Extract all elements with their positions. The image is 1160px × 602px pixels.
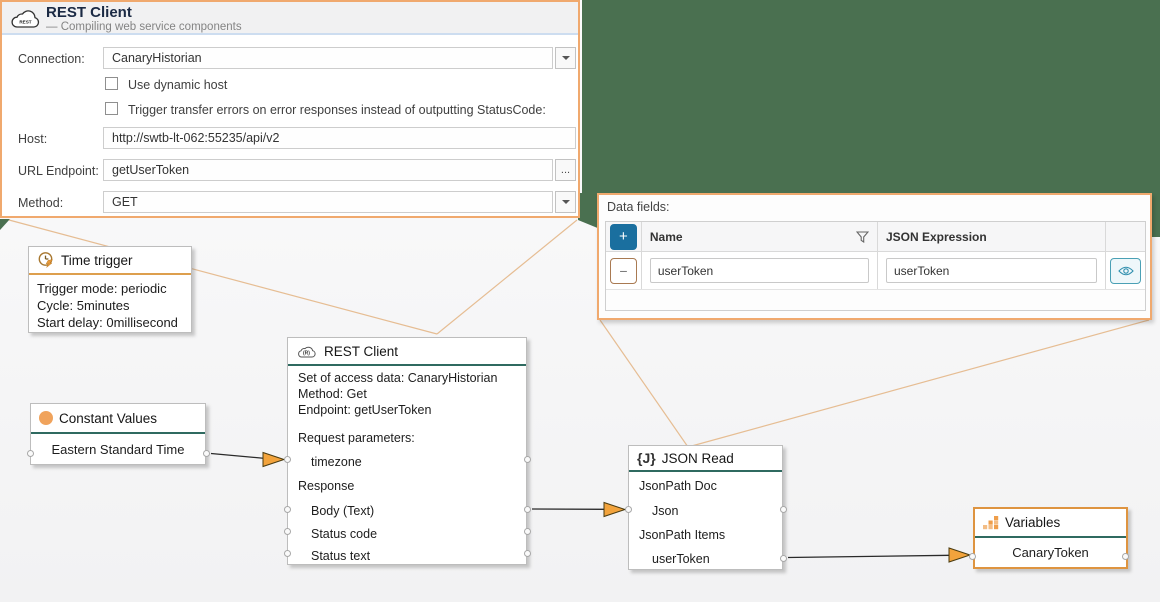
port[interactable] (284, 550, 291, 557)
node-property: Start delay: 0millisecond (37, 314, 183, 331)
port[interactable] (284, 456, 291, 463)
connection-dropdown-button[interactable] (555, 47, 576, 69)
add-row-button[interactable]: + (610, 224, 637, 250)
chevron-down-icon (562, 56, 570, 60)
port[interactable] (780, 555, 787, 562)
port[interactable] (524, 528, 531, 535)
node-input-row: timezone (298, 454, 516, 470)
host-label: Host: (18, 132, 47, 146)
column-header-name: Name (650, 230, 856, 244)
node-property: Method: Get (298, 386, 516, 402)
port[interactable] (284, 528, 291, 535)
clock-icon (37, 251, 55, 269)
flow-editor-canvas: Time trigger Trigger mode: periodic Cycl… (0, 0, 1160, 602)
host-input[interactable]: http://swtb-lt-062:55235/api/v2 (103, 127, 576, 149)
node-title: Variables (1005, 515, 1060, 530)
trigger-errors-checkbox[interactable] (105, 102, 118, 115)
wire-constant-to-rest[interactable] (211, 453, 284, 467)
node-title: JSON Read (662, 451, 734, 466)
json-expression-input[interactable]: userToken (886, 258, 1097, 283)
data-fields-panel: Data fields: + Name JSON Expression (597, 193, 1152, 320)
node-constant-values[interactable]: Constant Values Eastern Standard Time (30, 403, 206, 465)
filter-funnel-icon[interactable] (856, 231, 869, 243)
node-section-label: Request parameters: (298, 430, 516, 446)
node-title: REST Client (324, 344, 398, 359)
field-name-input[interactable]: userToken (650, 258, 869, 283)
rest-cloud-icon: (R) (296, 344, 318, 359)
node-output-row: Body (Text) (298, 503, 516, 519)
node-variables[interactable]: Variables CanaryToken (973, 507, 1128, 569)
port[interactable] (203, 450, 210, 457)
port[interactable] (524, 550, 531, 557)
node-output-row: userToken (639, 551, 772, 567)
node-json-read[interactable]: {J} JSON Read JsonPath Doc Json JsonPath… (628, 445, 783, 570)
node-input-row: CanaryToken (975, 538, 1126, 567)
preview-button[interactable] (1110, 258, 1141, 284)
data-fields-table: + Name JSON Expression − userT (605, 221, 1146, 311)
table-header-row: + Name JSON Expression (606, 222, 1145, 252)
constant-values-icon (39, 411, 53, 425)
node-section-label: Response (298, 478, 516, 494)
table-row: − userToken userToken (606, 252, 1145, 290)
rest-icon-text: REST (19, 20, 31, 25)
method-dropdown-button[interactable] (555, 191, 576, 213)
port[interactable] (969, 553, 976, 560)
wire-rest-to-json[interactable] (532, 503, 625, 517)
node-title: Constant Values (59, 411, 157, 426)
node-output-row: Eastern Standard Time (31, 434, 205, 464)
node-section-label: JsonPath Items (639, 527, 772, 543)
node-output-row: Status code (298, 526, 516, 542)
panel-header: REST REST Client — Compiling web service… (2, 2, 578, 35)
url-endpoint-browse-button[interactable]: ... (555, 159, 576, 181)
url-endpoint-input[interactable]: getUserToken (103, 159, 553, 181)
wire-json-to-variables[interactable] (788, 548, 970, 562)
panel-subtitle: — Compiling web service components (46, 21, 242, 33)
column-header-expression: JSON Expression (886, 230, 1097, 244)
eye-icon (1118, 265, 1134, 277)
node-time-trigger[interactable]: Time trigger Trigger mode: periodic Cycl… (28, 246, 192, 333)
node-input-row: Json (639, 503, 772, 519)
rest-cloud-icon: REST (9, 7, 43, 31)
method-select[interactable]: GET (103, 191, 553, 213)
node-section-label: JsonPath Doc (639, 478, 772, 494)
variables-blocks-icon (983, 515, 999, 530)
port[interactable] (1122, 553, 1129, 560)
rest-client-config-panel: REST REST Client — Compiling web service… (0, 0, 580, 218)
port[interactable] (780, 506, 787, 513)
chevron-down-icon (562, 200, 570, 204)
node-output-row: Status text (298, 548, 516, 564)
port[interactable] (284, 506, 291, 513)
data-fields-label: Data fields: (607, 200, 670, 214)
remove-row-button[interactable]: − (610, 258, 637, 284)
connection-label: Connection: (18, 52, 85, 66)
port[interactable] (27, 450, 34, 457)
panel-title: REST Client (46, 4, 132, 21)
trigger-errors-label: Trigger transfer errors on error respons… (128, 103, 546, 117)
use-dynamic-host-label: Use dynamic host (128, 78, 227, 92)
url-endpoint-label: URL Endpoint: (18, 164, 99, 178)
port[interactable] (524, 456, 531, 463)
method-label: Method: (18, 196, 63, 210)
port[interactable] (524, 506, 531, 513)
node-property: Endpoint: getUserToken (298, 402, 516, 418)
port[interactable] (625, 506, 632, 513)
connection-select[interactable]: CanaryHistorian (103, 47, 553, 69)
svg-text:(R): (R) (303, 350, 310, 356)
table-empty-row (606, 290, 1145, 310)
json-read-icon: {J} (637, 450, 656, 466)
node-rest-client[interactable]: (R) REST Client Set of access data: Cana… (287, 337, 527, 565)
node-title: Time trigger (61, 253, 133, 268)
use-dynamic-host-checkbox[interactable] (105, 77, 118, 90)
node-property: Set of access data: CanaryHistorian (298, 370, 516, 386)
node-property: Trigger mode: periodic (37, 280, 183, 297)
node-property: Cycle: 5minutes (37, 297, 183, 314)
